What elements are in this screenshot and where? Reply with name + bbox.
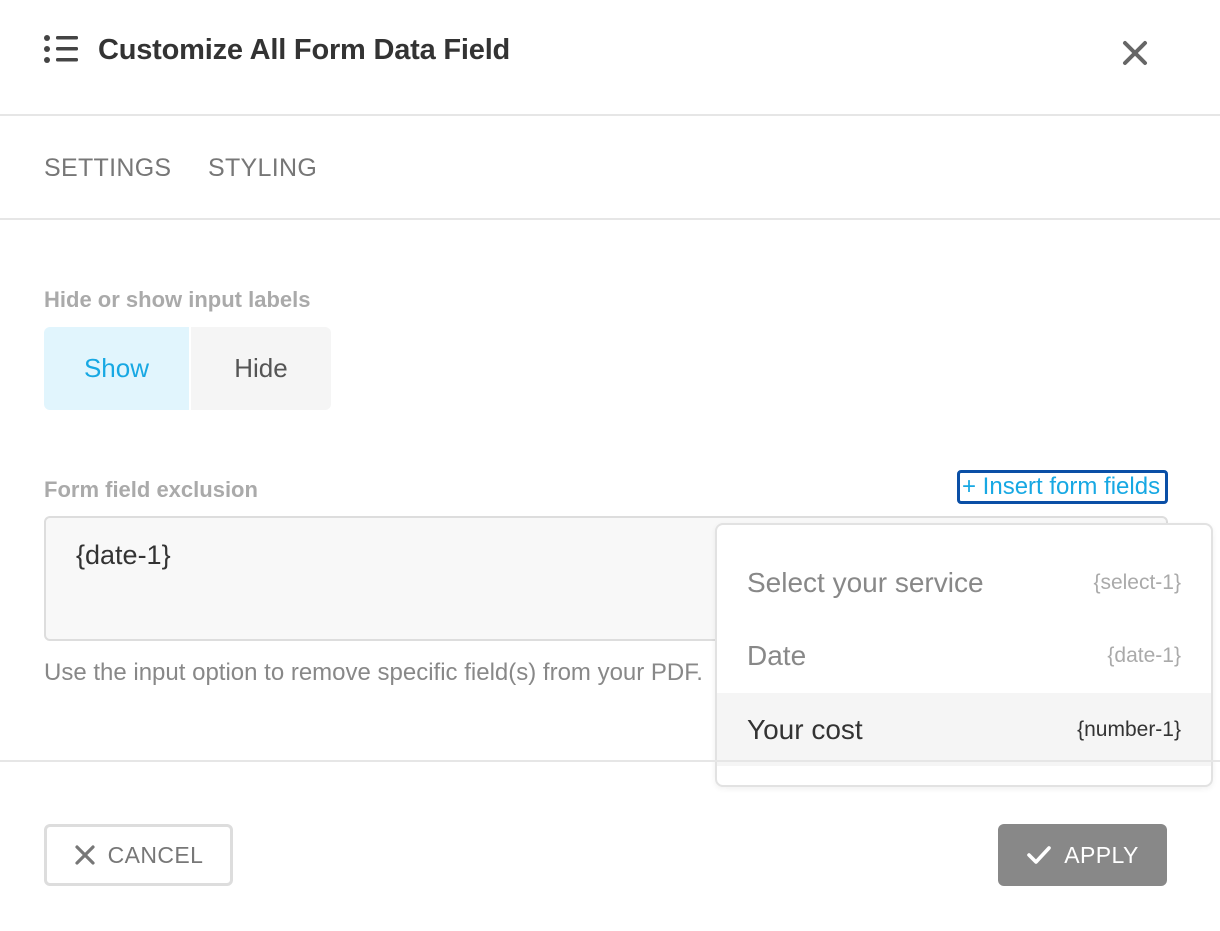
dropdown-item-select-service[interactable]: Select your service {select-1} — [717, 546, 1211, 619]
x-icon — [75, 845, 95, 865]
cancel-label: CANCEL — [107, 841, 204, 868]
tab-settings[interactable]: SETTINGS — [44, 152, 171, 184]
dropdown-item-tag: {select-1} — [1093, 570, 1181, 594]
tab-styling[interactable]: STYLING — [208, 152, 317, 184]
hide-option[interactable]: Hide — [191, 327, 331, 410]
dropdown-item-label: Your cost — [747, 713, 863, 745]
show-option[interactable]: Show — [44, 327, 191, 410]
dropdown-item-your-cost[interactable]: Your cost {number-1} — [717, 693, 1211, 766]
list-icon — [44, 35, 78, 63]
close-icon[interactable] — [1118, 36, 1152, 70]
dropdown-item-date[interactable]: Date {date-1} — [717, 619, 1211, 692]
dropdown-item-label: Date — [747, 639, 807, 671]
apply-button[interactable]: APPLY — [998, 824, 1167, 886]
footer-divider — [0, 760, 1220, 762]
dropdown-item-tag: {date-1} — [1107, 643, 1181, 667]
cancel-button[interactable]: CANCEL — [44, 824, 233, 886]
dropdown-item-tag: {number-1} — [1077, 717, 1181, 741]
dropdown-item-label: Select your service — [747, 566, 984, 598]
insert-form-fields-link[interactable]: + Insert form fields — [957, 470, 1168, 504]
field-exclusion-label: Form field exclusion — [44, 477, 258, 502]
apply-label: APPLY — [1064, 841, 1139, 868]
label-visibility-toggle: Show Hide — [44, 327, 331, 410]
check-icon — [1027, 846, 1052, 864]
form-fields-dropdown: Select your service {select-1} Date {dat… — [715, 523, 1213, 787]
modal-header: Customize All Form Data Field — [0, 0, 1220, 116]
input-labels-label: Hide or show input labels — [44, 287, 311, 312]
modal-title: Customize All Form Data Field — [98, 34, 511, 66]
tab-bar: SETTINGS STYLING — [0, 118, 1220, 220]
field-exclusion-help: Use the input option to remove specific … — [44, 659, 703, 686]
